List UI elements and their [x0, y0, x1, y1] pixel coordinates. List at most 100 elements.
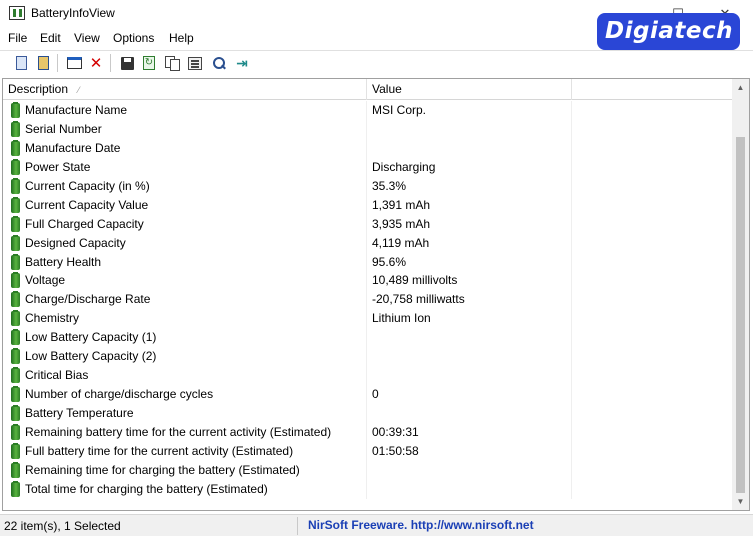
battery-icon: [11, 291, 20, 308]
description-cell: Serial Number: [3, 119, 367, 139]
menu-options[interactable]: Options: [113, 31, 154, 45]
scroll-down-icon[interactable]: ▼: [732, 493, 749, 510]
description-text: Full battery time for the current activi…: [25, 443, 294, 458]
table-row[interactable]: Serial Number: [3, 119, 734, 139]
description-text: Critical Bias: [25, 368, 89, 383]
menu-edit[interactable]: Edit: [40, 31, 61, 45]
description-cell: Full battery time for the current activi…: [3, 441, 367, 461]
menu-help[interactable]: Help: [169, 31, 194, 45]
empty-cell: [572, 347, 734, 367]
vertical-scrollbar[interactable]: ▲ ▼: [732, 79, 749, 510]
scrollbar-thumb[interactable]: [736, 137, 745, 493]
battery-icon: [11, 367, 20, 384]
table-row[interactable]: Full battery time for the current activi…: [3, 441, 734, 461]
description-text: Remaining time for charging the battery …: [25, 462, 300, 477]
empty-cell: [572, 101, 734, 120]
table-row[interactable]: Voltage 10,489 millivolts: [3, 271, 734, 291]
description-text: Total time for charging the battery (Est…: [25, 481, 268, 496]
value-cell: [367, 119, 572, 139]
table-row[interactable]: Total time for charging the battery (Est…: [3, 479, 734, 499]
table-row[interactable]: Designed Capacity 4,119 mAh: [3, 233, 734, 253]
table-row[interactable]: Current Capacity (in %) 35.3%: [3, 176, 734, 196]
nirsoft-link[interactable]: NirSoft Freeware. http://www.nirsoft.net: [308, 518, 534, 532]
battery-icon: [11, 158, 20, 175]
table-row[interactable]: Critical Bias: [3, 366, 734, 386]
description-cell: Low Battery Capacity (1): [3, 328, 367, 348]
menu-bar: File Edit View Options Help: [0, 28, 753, 48]
table-row[interactable]: Remaining battery time for the current a…: [3, 422, 734, 442]
value-cell: [367, 404, 572, 423]
find-icon[interactable]: [210, 54, 228, 72]
description-cell: Power State: [3, 157, 367, 177]
status-divider: [297, 517, 298, 535]
html-report-icon[interactable]: [65, 54, 83, 72]
menu-view[interactable]: View: [74, 31, 100, 45]
value-cell: 35.3%: [367, 176, 572, 196]
table-row[interactable]: Current Capacity Value 1,391 mAh: [3, 195, 734, 215]
description-cell: Voltage: [3, 271, 367, 291]
save-icon[interactable]: [118, 54, 136, 72]
description-cell: Low Battery Capacity (2): [3, 347, 367, 367]
description-cell: Manufacture Date: [3, 138, 367, 158]
empty-cell: [572, 366, 734, 386]
battery-info-mode-icon[interactable]: [12, 54, 30, 72]
battery-icon: [11, 139, 20, 156]
column-header-value[interactable]: Value: [367, 79, 572, 100]
description-text: Serial Number: [25, 121, 102, 136]
description-cell: Battery Health: [3, 252, 367, 272]
table-row[interactable]: Manufacture Date: [3, 138, 734, 158]
refresh-icon[interactable]: ↻: [140, 54, 158, 72]
table-row[interactable]: Number of charge/discharge cycles 0: [3, 385, 734, 404]
value-cell: -20,758 milliwatts: [367, 290, 572, 310]
battery-log-mode-icon[interactable]: [34, 54, 52, 72]
table-row[interactable]: Battery Temperature: [3, 404, 734, 423]
table-row[interactable]: Low Battery Capacity (2): [3, 347, 734, 367]
battery-icon: [11, 177, 20, 194]
value-cell: [367, 366, 572, 386]
description-text: Chemistry: [25, 311, 80, 326]
empty-cell: [572, 441, 734, 461]
value-cell: [367, 347, 572, 367]
list-header: Description ⁄ Value: [3, 79, 734, 100]
description-cell: Manufacture Name: [3, 101, 367, 120]
column-header-description[interactable]: Description ⁄: [3, 79, 367, 100]
empty-cell: [572, 460, 734, 480]
battery-icon: [11, 253, 20, 270]
table-row[interactable]: Full Charged Capacity 3,935 mAh: [3, 214, 734, 234]
copy-icon[interactable]: [163, 54, 181, 72]
value-cell: [367, 328, 572, 348]
description-cell: Current Capacity (in %): [3, 176, 367, 196]
scroll-up-icon[interactable]: ▲: [732, 79, 749, 96]
table-row[interactable]: Charge/Discharge Rate -20,758 milliwatts: [3, 290, 734, 310]
table-row[interactable]: Power State Discharging: [3, 157, 734, 177]
table-row[interactable]: Remaining time for charging the battery …: [3, 460, 734, 480]
battery-icon: [11, 405, 20, 421]
properties-icon[interactable]: [186, 54, 204, 72]
clear-log-icon[interactable]: ✕: [87, 54, 105, 72]
battery-info-list[interactable]: Description ⁄ Value Manufacture Name MSI C…: [2, 78, 750, 511]
empty-cell: [572, 271, 734, 291]
exit-icon[interactable]: ⇥: [233, 54, 251, 72]
empty-cell: [572, 157, 734, 177]
description-text: Voltage: [25, 273, 66, 288]
table-row[interactable]: Battery Health 95.6%: [3, 252, 734, 272]
empty-cell: [572, 195, 734, 215]
description-text: Low Battery Capacity (1): [25, 330, 157, 345]
value-cell: Discharging: [367, 157, 572, 177]
value-cell: 95.6%: [367, 252, 572, 272]
value-cell: 1,391 mAh: [367, 195, 572, 215]
item-count: 22 item(s), 1 Selected: [4, 519, 121, 533]
table-row[interactable]: Low Battery Capacity (1): [3, 328, 734, 348]
menu-file[interactable]: File: [8, 31, 27, 45]
column-header-empty[interactable]: [572, 79, 734, 100]
description-cell: Battery Temperature: [3, 404, 367, 423]
table-row[interactable]: Chemistry Lithium Ion: [3, 309, 734, 329]
battery-icon: [11, 196, 20, 213]
table-row[interactable]: Manufacture Name MSI Corp.: [3, 101, 734, 120]
battery-icon: [11, 480, 20, 497]
value-cell: [367, 138, 572, 158]
description-text: Manufacture Date: [25, 140, 121, 155]
toolbar-separator: [57, 54, 58, 72]
description-text: Low Battery Capacity (2): [25, 349, 157, 364]
battery-icon: [11, 272, 20, 289]
